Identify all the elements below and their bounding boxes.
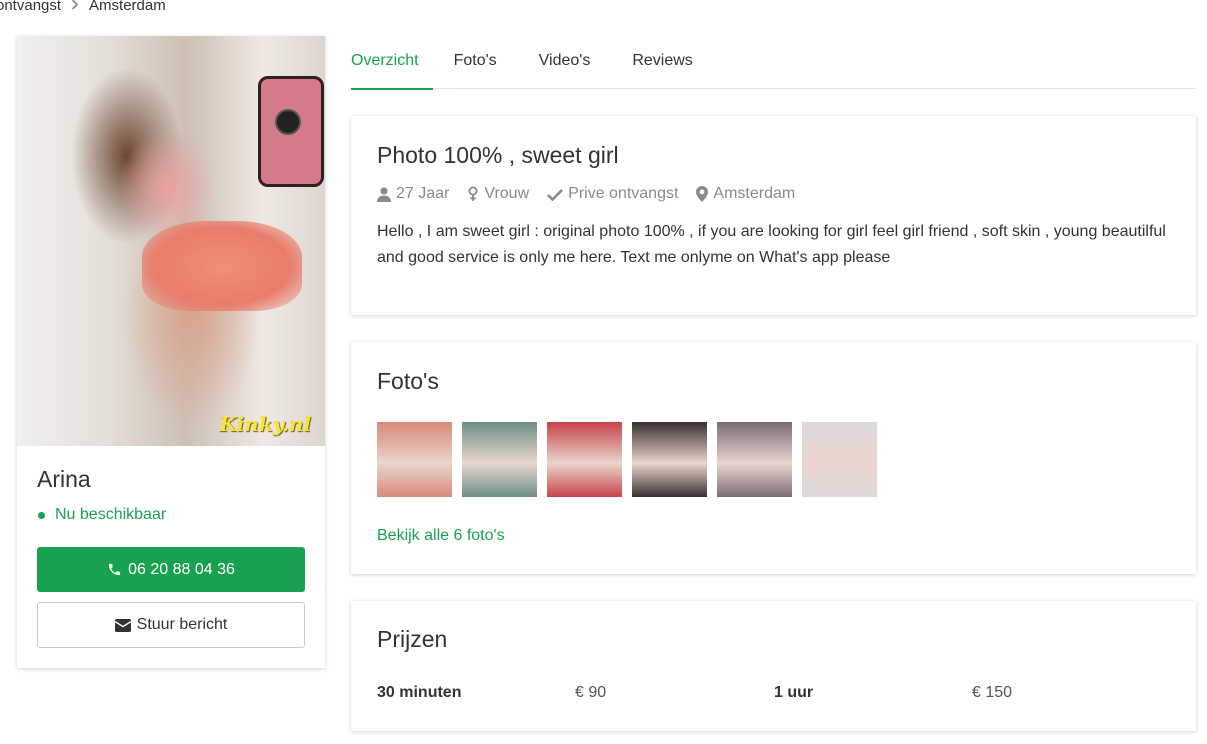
tab-overzicht[interactable]: Overzicht	[351, 36, 433, 90]
prices-title: Prijzen	[377, 626, 448, 652]
price-label-30min: 30 minuten	[377, 684, 462, 701]
profile-photo[interactable]: Kinky.nl	[17, 36, 325, 446]
photo-thumbnails	[377, 422, 877, 497]
profile-name: Arina	[37, 466, 91, 492]
profile-card: Kinky.nl Arina Nu beschikbaar 06 20 88 0…	[17, 36, 325, 668]
price-value-1uur: € 150	[972, 684, 1013, 701]
profile-tabs: Overzicht Foto's Video's Reviews	[351, 36, 1196, 90]
ad-title: Photo 100% , sweet girl	[377, 142, 619, 168]
photo-thumbnail[interactable]	[717, 422, 792, 497]
send-message-label: Stuur bericht	[136, 616, 228, 633]
photo-thumbnail[interactable]	[547, 422, 622, 497]
reception-meta: Prive ontvangst	[547, 185, 678, 203]
profile-meta: 27 Jaar Vrouw Prive ontvangst Amsterdam	[377, 185, 795, 203]
check-icon	[547, 188, 564, 201]
tab-videos[interactable]: Video's	[518, 36, 612, 88]
photo-thumbnail[interactable]	[377, 422, 452, 497]
gender-label: Vrouw	[484, 185, 530, 202]
description-text: Hello , I am sweet girl : original photo…	[377, 223, 1166, 266]
prices-panel: Prijzen 30 minuten € 90 1 uur € 150	[351, 601, 1196, 731]
photo-phone-detail	[258, 76, 324, 187]
breadcrumb: ontvangst Amsterdam	[0, 0, 166, 14]
photo-thumbnail[interactable]	[632, 422, 707, 497]
location-meta: Amsterdam	[696, 185, 795, 203]
see-all-photos-link[interactable]: Bekijk alle 6 foto's	[377, 527, 505, 545]
photos-panel: Foto's Bekijk alle 6 foto's	[351, 342, 1196, 574]
age-meta: 27 Jaar	[377, 185, 449, 203]
phone-number: 06 20 88 04 36	[128, 560, 235, 578]
breadcrumb-item-amsterdam[interactable]: Amsterdam	[89, 0, 166, 14]
user-icon	[377, 186, 391, 202]
status-dot-icon	[38, 511, 45, 519]
map-marker-icon	[696, 186, 709, 202]
reception-label: Prive ontvangst	[568, 185, 679, 202]
price-label-1uur: 1 uur	[774, 684, 814, 701]
female-icon	[468, 186, 478, 201]
photo-thumbnail[interactable]	[462, 422, 537, 497]
tab-fotos[interactable]: Foto's	[433, 36, 518, 88]
breadcrumb-item-ontvangst[interactable]: ontvangst	[0, 0, 61, 14]
phone-icon	[108, 563, 121, 576]
gender-meta: Vrouw	[467, 185, 529, 203]
overview-panel: Photo 100% , sweet girl 27 Jaar Vrouw Pr…	[351, 116, 1196, 315]
watermark-logo: Kinky.nl	[219, 412, 311, 436]
price-value-30min: € 90	[575, 684, 607, 701]
chevron-right-icon	[71, 0, 79, 13]
photo-thumbnail[interactable]	[802, 422, 877, 497]
tab-reviews[interactable]: Reviews	[611, 36, 713, 88]
age-label: 27 Jaar	[396, 185, 450, 202]
photos-title: Foto's	[377, 368, 439, 394]
envelope-icon	[114, 618, 131, 632]
call-button[interactable]: 06 20 88 04 36	[37, 547, 305, 592]
status-label: Nu beschikbaar	[55, 506, 167, 523]
photo-detail	[142, 221, 302, 311]
availability-status: Nu beschikbaar	[38, 506, 166, 524]
city-label: Amsterdam	[713, 185, 796, 202]
send-message-button[interactable]: Stuur bericht	[37, 602, 305, 648]
